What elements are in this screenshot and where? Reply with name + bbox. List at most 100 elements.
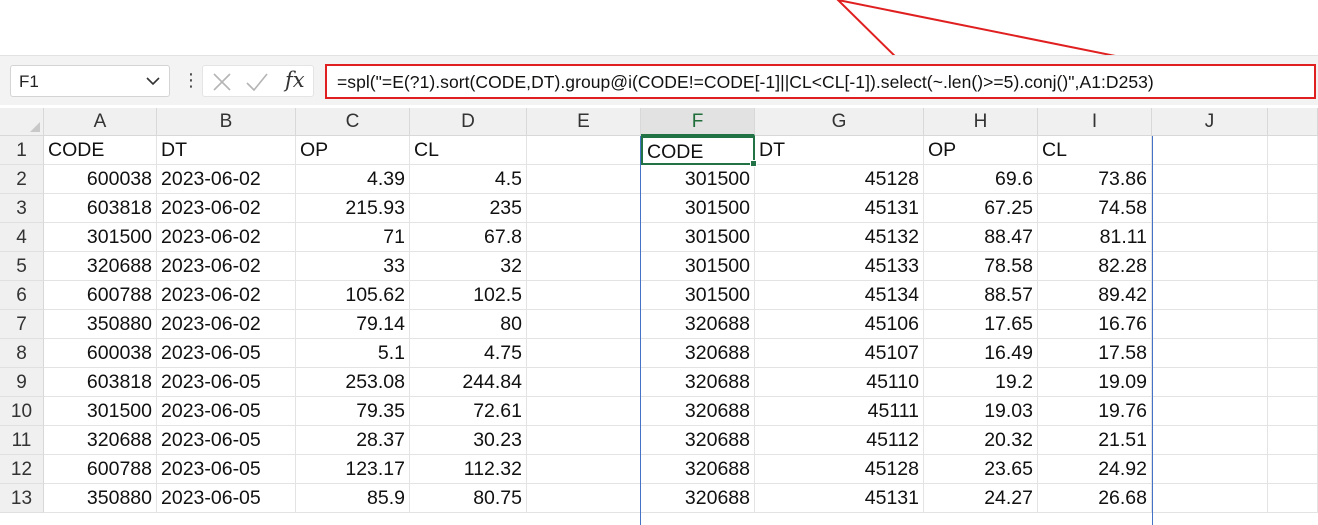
cell-b13[interactable]: 2023-06-05 xyxy=(157,484,296,513)
column-header-c[interactable]: C xyxy=(296,108,410,136)
cell-g11[interactable]: 45112 xyxy=(755,426,924,455)
cell-f3[interactable]: 301500 xyxy=(641,194,755,223)
cell-g1[interactable]: DT xyxy=(755,136,924,165)
cancel-icon[interactable] xyxy=(211,71,233,93)
cell-h12[interactable]: 23.65 xyxy=(924,455,1038,484)
cell-a10[interactable]: 301500 xyxy=(44,397,157,426)
cell-f10[interactable]: 320688 xyxy=(641,397,755,426)
cell-d12[interactable]: 112.32 xyxy=(410,455,527,484)
cell-c1[interactable]: OP xyxy=(296,136,410,165)
cell-overflow[interactable] xyxy=(1268,397,1318,426)
cell-h13[interactable]: 24.27 xyxy=(924,484,1038,513)
cell-c12[interactable]: 123.17 xyxy=(296,455,410,484)
cell-f13[interactable]: 320688 xyxy=(641,484,755,513)
cell-j5[interactable] xyxy=(1152,252,1268,281)
cell-e6[interactable] xyxy=(527,281,641,310)
cell-j8[interactable] xyxy=(1152,339,1268,368)
row-header-8[interactable]: 8 xyxy=(0,339,44,368)
cell-e4[interactable] xyxy=(527,223,641,252)
cell-a6[interactable]: 600788 xyxy=(44,281,157,310)
row-header-10[interactable]: 10 xyxy=(0,397,44,426)
fill-handle[interactable] xyxy=(750,160,757,167)
cell-i7[interactable]: 16.76 xyxy=(1038,310,1152,339)
row-header-3[interactable]: 3 xyxy=(0,194,44,223)
cell-f9[interactable]: 320688 xyxy=(641,368,755,397)
column-header-h[interactable]: H xyxy=(924,108,1038,136)
cell-b6[interactable]: 2023-06-02 xyxy=(157,281,296,310)
cell-f5[interactable]: 301500 xyxy=(641,252,755,281)
cell-i8[interactable]: 17.58 xyxy=(1038,339,1152,368)
row-header-7[interactable]: 7 xyxy=(0,310,44,339)
cell-a12[interactable]: 600788 xyxy=(44,455,157,484)
cell-overflow[interactable] xyxy=(1268,223,1318,252)
column-header-d[interactable]: D xyxy=(410,108,527,136)
row-header-6[interactable]: 6 xyxy=(0,281,44,310)
cell-d5[interactable]: 32 xyxy=(410,252,527,281)
column-header-f[interactable]: F xyxy=(641,108,755,136)
column-header-overflow[interactable] xyxy=(1268,108,1318,136)
cell-g5[interactable]: 45133 xyxy=(755,252,924,281)
cell-c11[interactable]: 28.37 xyxy=(296,426,410,455)
row-header-4[interactable]: 4 xyxy=(0,223,44,252)
cell-g10[interactable]: 45111 xyxy=(755,397,924,426)
cell-b5[interactable]: 2023-06-02 xyxy=(157,252,296,281)
cell-e13[interactable] xyxy=(527,484,641,513)
cell-g13[interactable]: 45131 xyxy=(755,484,924,513)
chevron-down-icon[interactable] xyxy=(145,73,161,89)
cell-h5[interactable]: 78.58 xyxy=(924,252,1038,281)
cell-j7[interactable] xyxy=(1152,310,1268,339)
cell-overflow[interactable] xyxy=(1268,310,1318,339)
cell-h1[interactable]: OP xyxy=(924,136,1038,165)
cell-j1[interactable] xyxy=(1152,136,1268,165)
cell-a1[interactable]: CODE xyxy=(44,136,157,165)
cell-g7[interactable]: 45106 xyxy=(755,310,924,339)
cell-a13[interactable]: 350880 xyxy=(44,484,157,513)
cell-i12[interactable]: 24.92 xyxy=(1038,455,1152,484)
cell-e9[interactable] xyxy=(527,368,641,397)
cell-b7[interactable]: 2023-06-02 xyxy=(157,310,296,339)
cell-c2[interactable]: 4.39 xyxy=(296,165,410,194)
column-header-a[interactable]: A xyxy=(44,108,157,136)
cell-i3[interactable]: 74.58 xyxy=(1038,194,1152,223)
cell-d13[interactable]: 80.75 xyxy=(410,484,527,513)
cell-e2[interactable] xyxy=(527,165,641,194)
cell-j6[interactable] xyxy=(1152,281,1268,310)
cell-overflow[interactable] xyxy=(1268,252,1318,281)
cell-h6[interactable]: 88.57 xyxy=(924,281,1038,310)
cell-j3[interactable] xyxy=(1152,194,1268,223)
cell-f6[interactable]: 301500 xyxy=(641,281,755,310)
cell-i10[interactable]: 19.76 xyxy=(1038,397,1152,426)
cell-e11[interactable] xyxy=(527,426,641,455)
cell-g9[interactable]: 45110 xyxy=(755,368,924,397)
cell-h3[interactable]: 67.25 xyxy=(924,194,1038,223)
cell-j11[interactable] xyxy=(1152,426,1268,455)
cell-a11[interactable]: 320688 xyxy=(44,426,157,455)
cell-overflow[interactable] xyxy=(1268,455,1318,484)
cell-a3[interactable]: 603818 xyxy=(44,194,157,223)
cell-b3[interactable]: 2023-06-02 xyxy=(157,194,296,223)
row-header-1[interactable]: 1 xyxy=(0,136,44,165)
cell-c9[interactable]: 253.08 xyxy=(296,368,410,397)
cell-b2[interactable]: 2023-06-02 xyxy=(157,165,296,194)
cell-j12[interactable] xyxy=(1152,455,1268,484)
cell-d6[interactable]: 102.5 xyxy=(410,281,527,310)
cell-a8[interactable]: 600038 xyxy=(44,339,157,368)
name-box[interactable]: F1 xyxy=(10,65,170,97)
cell-c10[interactable]: 79.35 xyxy=(296,397,410,426)
cell-j9[interactable] xyxy=(1152,368,1268,397)
cell-e12[interactable] xyxy=(527,455,641,484)
cell-overflow[interactable] xyxy=(1268,281,1318,310)
row-header-12[interactable]: 12 xyxy=(0,455,44,484)
cell-d2[interactable]: 4.5 xyxy=(410,165,527,194)
cell-f4[interactable]: 301500 xyxy=(641,223,755,252)
cell-g8[interactable]: 45107 xyxy=(755,339,924,368)
cell-i11[interactable]: 21.51 xyxy=(1038,426,1152,455)
cell-c13[interactable]: 85.9 xyxy=(296,484,410,513)
cell-b8[interactable]: 2023-06-05 xyxy=(157,339,296,368)
cell-a4[interactable]: 301500 xyxy=(44,223,157,252)
cell-i1[interactable]: CL xyxy=(1038,136,1152,165)
select-all-corner[interactable] xyxy=(0,108,44,136)
cell-e5[interactable] xyxy=(527,252,641,281)
function-fx-icon[interactable]: fx xyxy=(285,68,305,92)
row-header-11[interactable]: 11 xyxy=(0,426,44,455)
